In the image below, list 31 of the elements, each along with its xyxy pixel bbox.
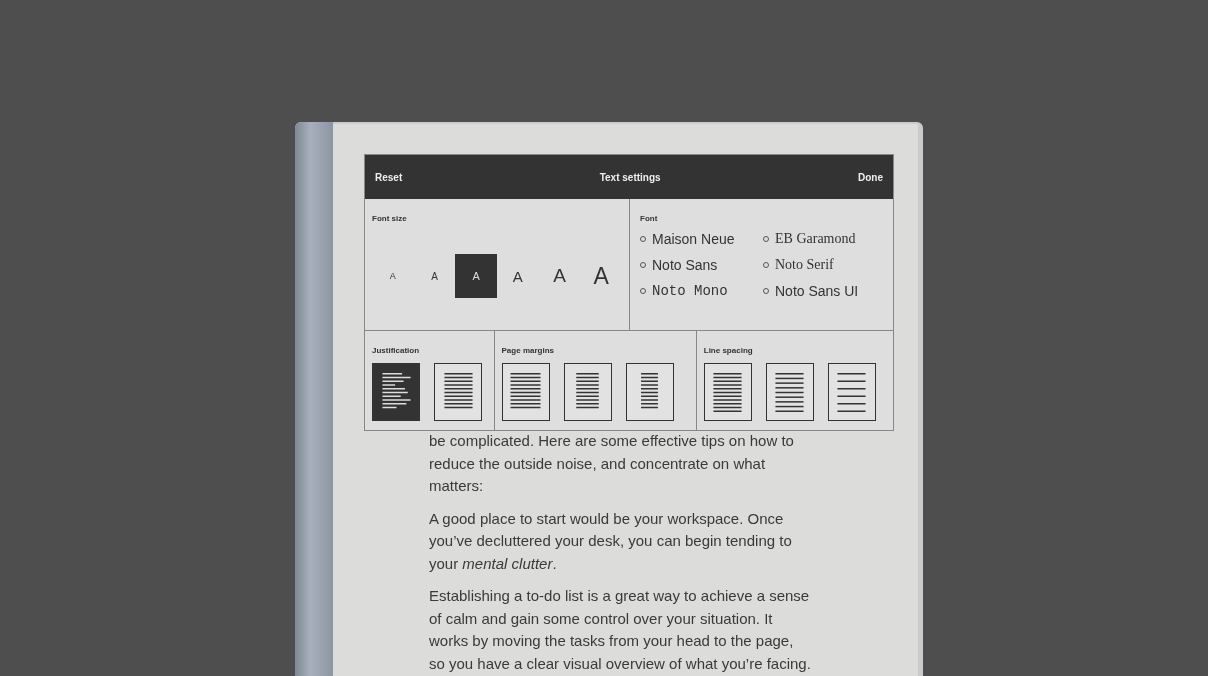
body-paragraph: A good place to start would be your workspace. Once you’ve decluttered your desk, you can begin tending to your mental clutter. xyxy=(429,508,793,574)
font-option[interactable]: EB Garamond xyxy=(763,231,883,247)
line-spacing-option[interactable] xyxy=(827,363,876,421)
line-spacing-option[interactable] xyxy=(765,363,814,421)
font-option[interactable]: Noto Sans xyxy=(640,257,763,273)
section-label: Font size xyxy=(372,214,407,223)
section-label: Justification xyxy=(372,346,420,355)
reset-button[interactable]: Reset xyxy=(373,169,405,185)
font-size-option[interactable]: A xyxy=(538,254,581,298)
done-button[interactable]: Done xyxy=(856,169,885,185)
font-size-option[interactable]: A xyxy=(497,254,539,298)
font-size-option[interactable]: A xyxy=(580,254,623,298)
justification-option[interactable] xyxy=(434,363,482,421)
font-option[interactable]: Maison Neue xyxy=(640,231,763,247)
section-label: Font xyxy=(640,214,658,223)
font-option[interactable]: Noto Sans UI xyxy=(763,283,883,299)
font-option[interactable]: Noto Serif xyxy=(763,257,883,273)
panel-title: Text settings xyxy=(599,171,661,183)
margin-option[interactable] xyxy=(501,363,550,421)
font-size-option[interactable]: A xyxy=(372,254,414,298)
font-option[interactable]: Noto Mono xyxy=(640,283,763,299)
body-paragraph: be complicated. Here are some effective tips on how to reduce the outside noise, and concentrate on what matters: xyxy=(429,431,795,496)
line-spacing-option[interactable] xyxy=(703,363,752,421)
font-size-option[interactable]: A xyxy=(455,254,497,298)
body-paragraph: Establishing a to-do list is a great way to achieve a sense of calm and gain some control over your situation. It works by moving the tasks from your head to the page, so you have a clear visual overview of what you’re facing. xyxy=(429,586,812,674)
section-label: Page margins xyxy=(501,346,554,355)
justification-option[interactable] xyxy=(372,363,420,421)
margin-option[interactable] xyxy=(563,363,612,421)
section-label: Line spacing xyxy=(703,346,753,355)
margin-option[interactable] xyxy=(625,363,674,421)
font-size-option[interactable]: A xyxy=(413,254,456,298)
